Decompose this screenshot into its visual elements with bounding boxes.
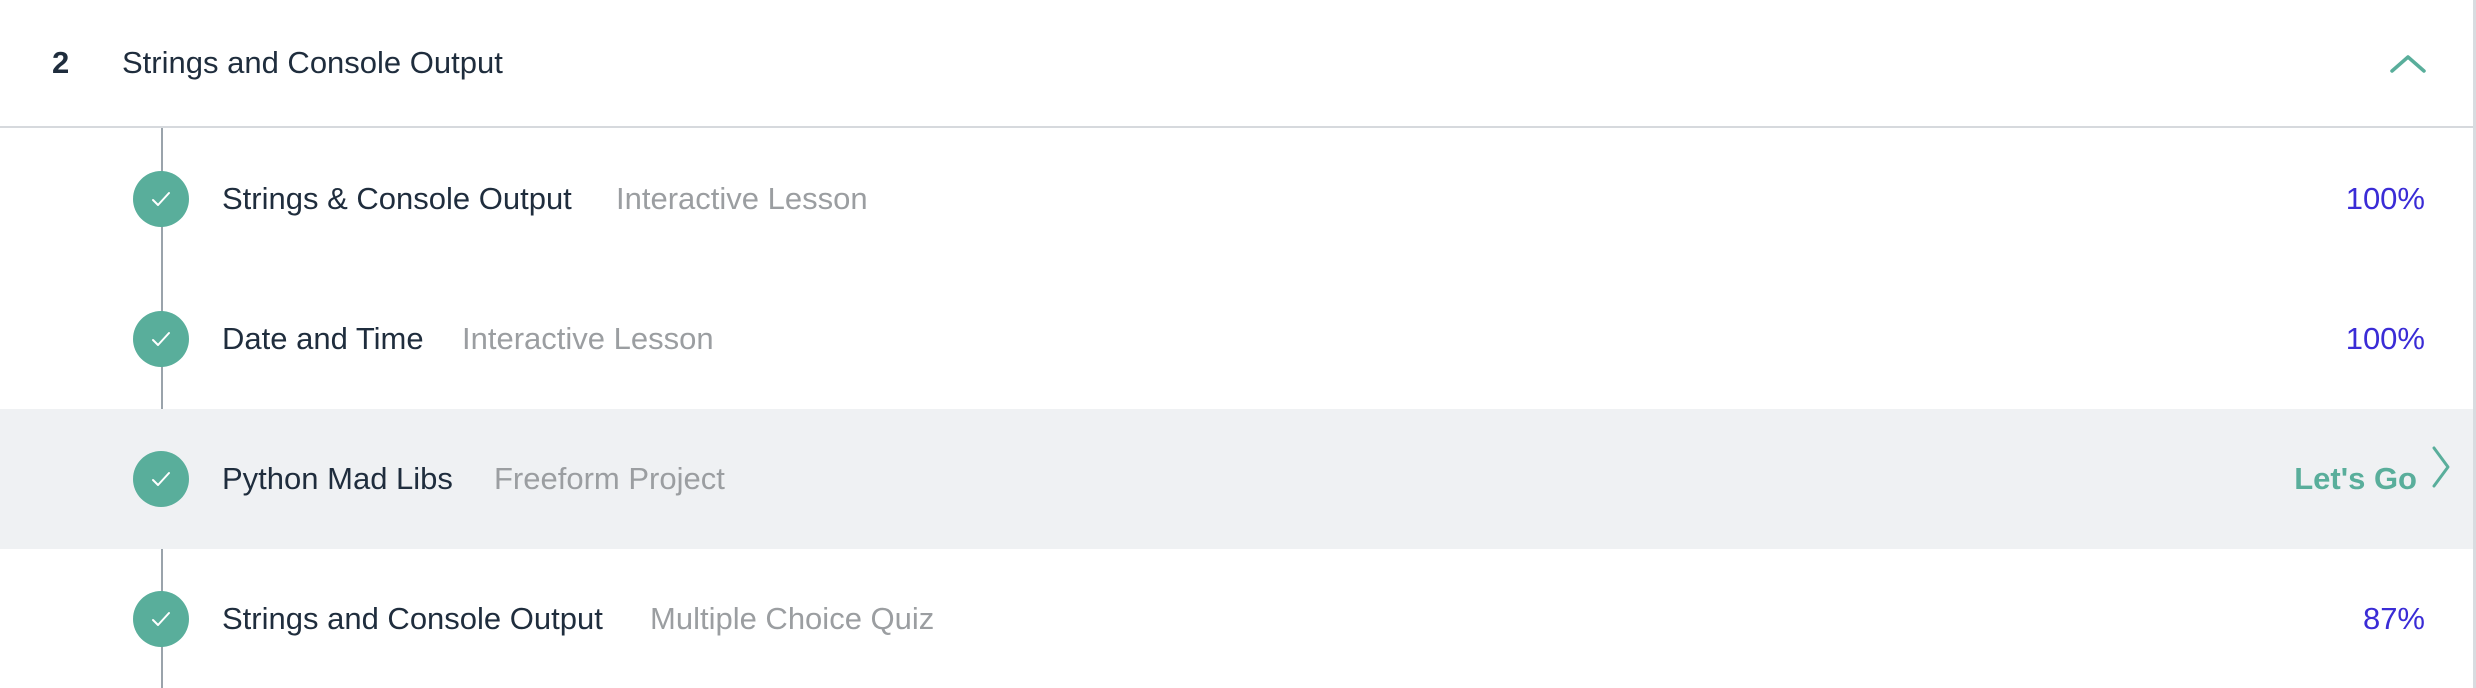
quiz-type: Multiple Choice Quiz <box>650 601 935 636</box>
unit-title: Strings and Console Output <box>122 45 503 80</box>
lesson-item[interactable]: Date and Time Interactive Lesson 100% <box>0 269 2473 409</box>
check-icon <box>133 451 189 507</box>
check-icon <box>133 311 189 367</box>
project-type: Freeform Project <box>494 461 725 496</box>
lesson-type: Interactive Lesson <box>462 321 714 356</box>
project-title: Python Mad Libs <box>222 461 453 496</box>
lets-go-button[interactable]: Let's Go <box>2294 409 2451 549</box>
check-icon <box>133 591 189 647</box>
lets-go-label: Let's Go <box>2294 461 2417 496</box>
unit-header[interactable]: 2 Strings and Console Output <box>0 0 2473 128</box>
chevron-up-icon[interactable] <box>2388 44 2428 84</box>
project-item[interactable]: Python Mad Libs Freeform Project Let's G… <box>0 409 2473 549</box>
lesson-title: Strings & Console Output <box>222 181 572 216</box>
lesson-type: Interactive Lesson <box>616 181 868 216</box>
check-icon <box>133 171 189 227</box>
quiz-score: 87% <box>2362 601 2425 636</box>
unit-number: 2 <box>52 45 70 80</box>
lesson-item[interactable]: Strings & Console Output Interactive Les… <box>0 129 2473 269</box>
progress-percent: 100% <box>2345 181 2425 216</box>
quiz-item[interactable]: Strings and Console Output Multiple Choi… <box>0 549 2473 688</box>
unit-panel: 2 Strings and Console Output Strings & C… <box>0 0 2476 688</box>
quiz-title: Strings and Console Output <box>222 601 603 636</box>
progress-percent: 100% <box>2345 321 2425 356</box>
lesson-title: Date and Time <box>222 321 424 356</box>
chevron-right-icon <box>2431 409 2451 549</box>
